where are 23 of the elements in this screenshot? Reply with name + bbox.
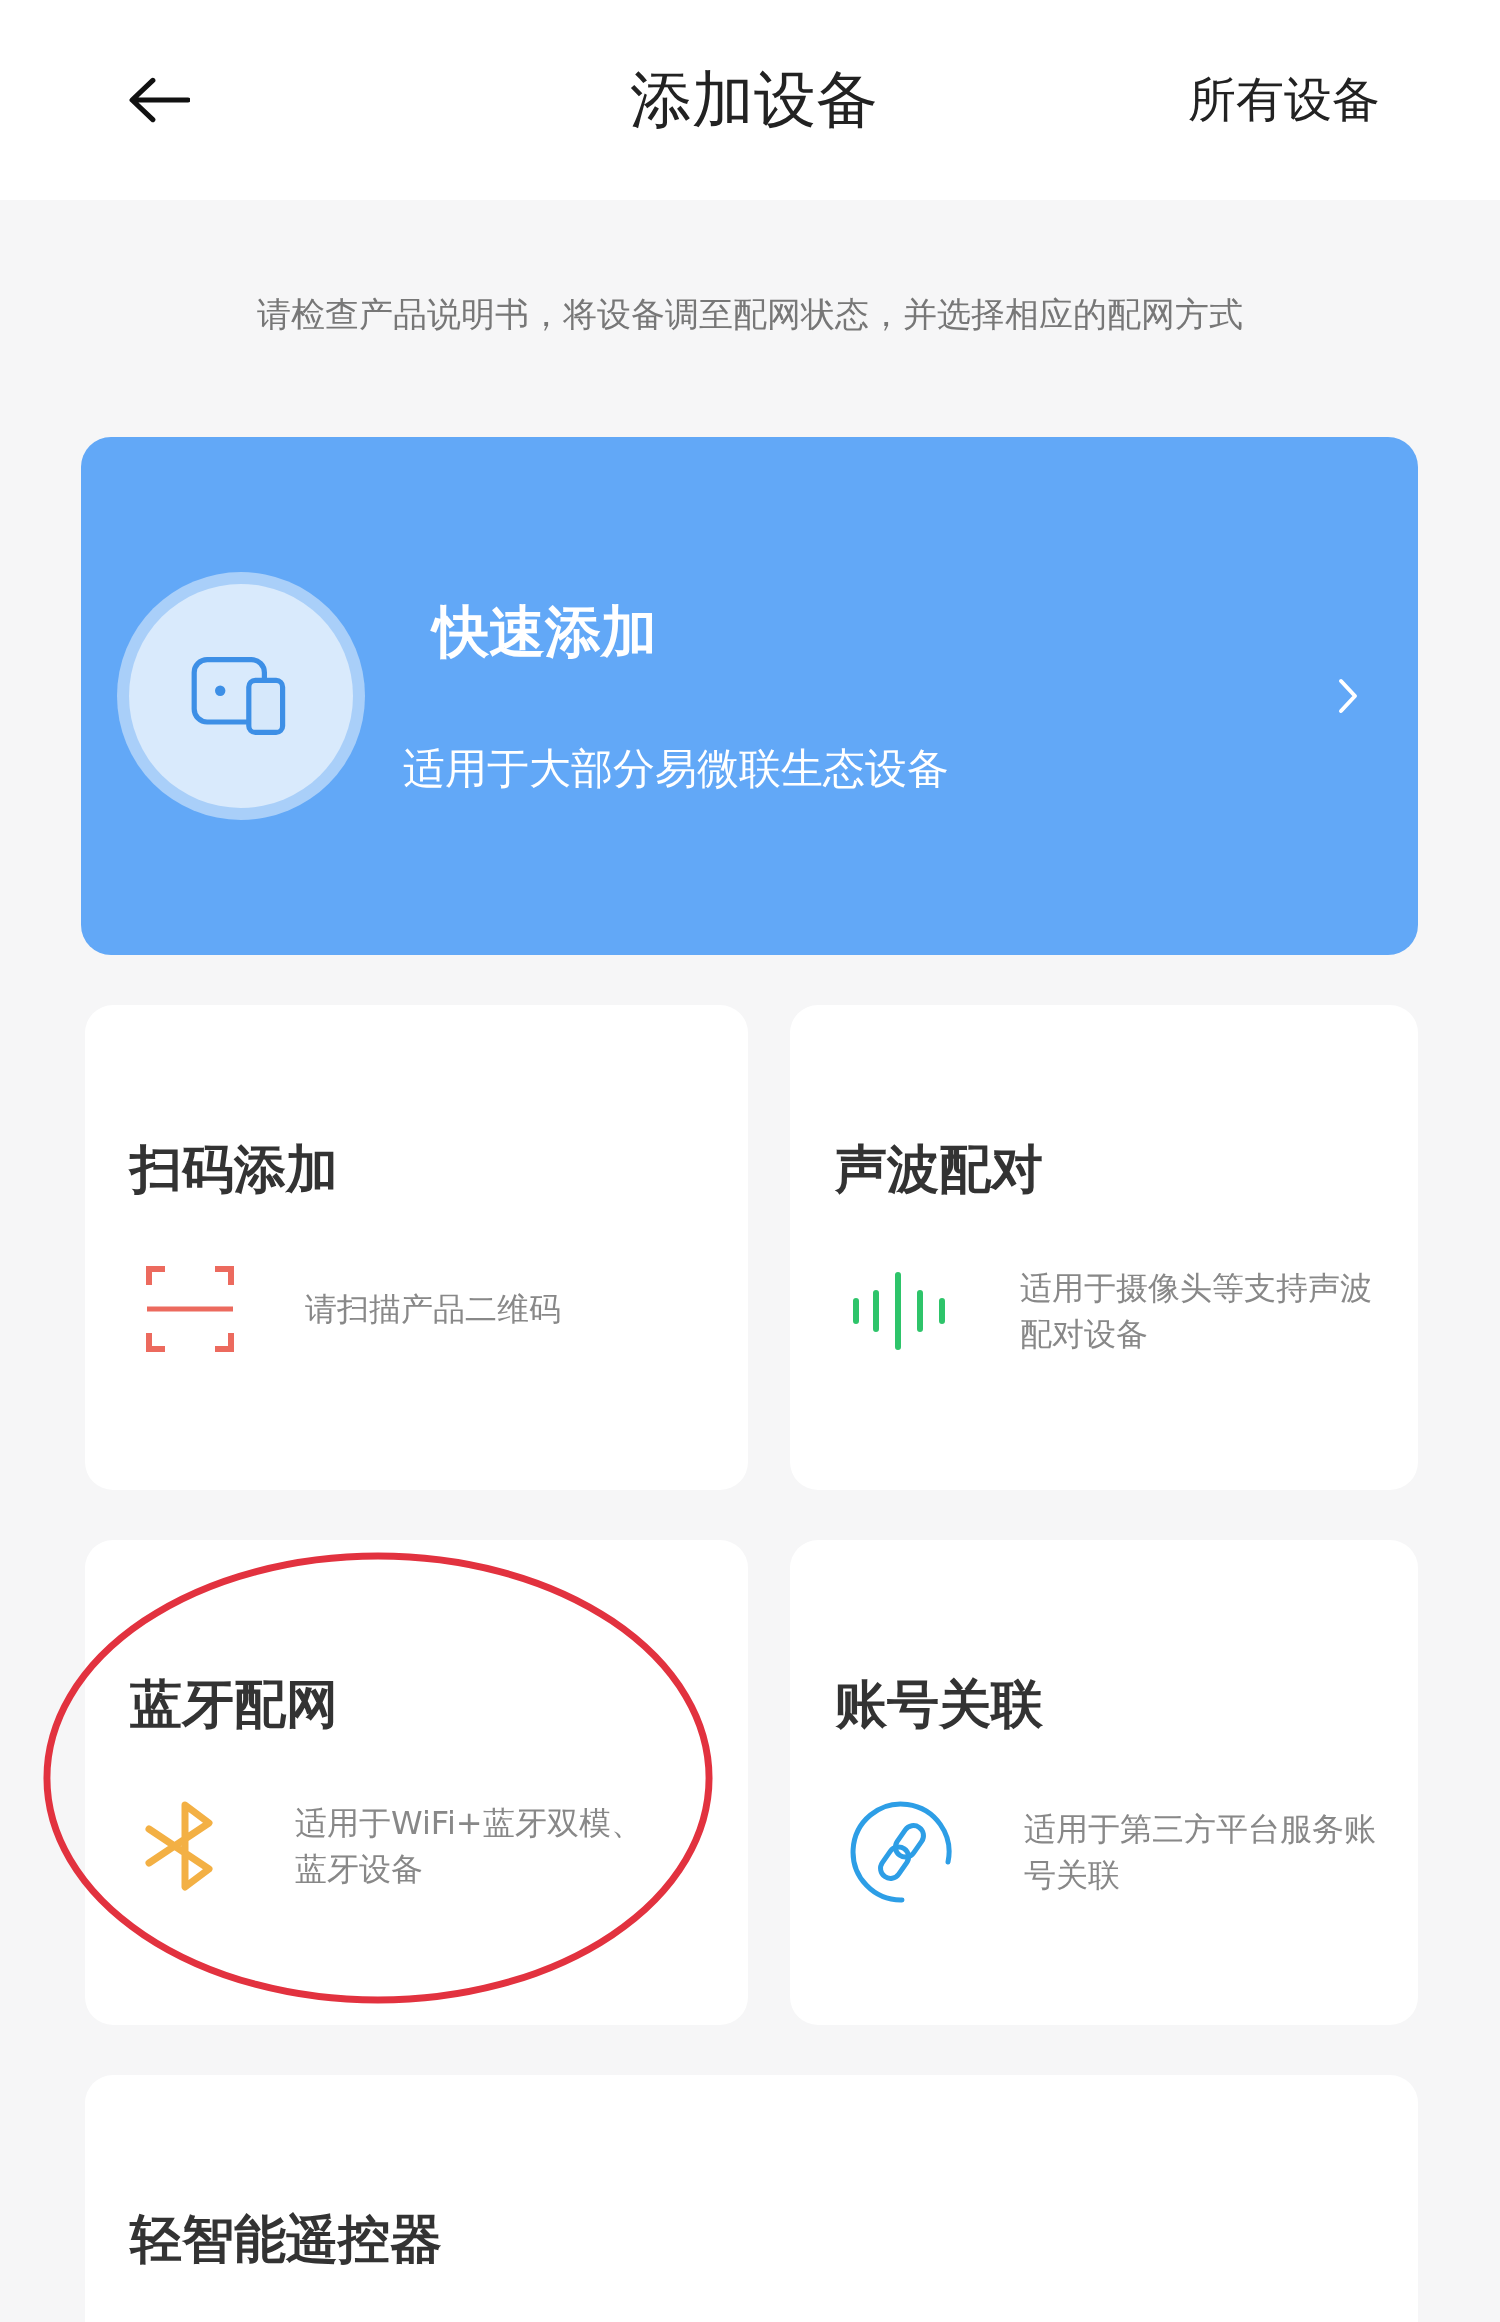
method-title: 蓝牙配网 xyxy=(130,1673,339,1736)
method-description: 适用于第三方平台服务账号关联 xyxy=(1024,1808,1377,1896)
method-title: 账号关联 xyxy=(835,1673,1044,1736)
page-title: 添加设备 xyxy=(630,62,878,138)
back-arrow-icon[interactable] xyxy=(128,77,190,123)
scan-frame-icon xyxy=(145,1265,235,1353)
method-card[interactable]: 蓝牙配网 适用于WiFi+蓝牙双模、蓝牙设备 xyxy=(85,1540,748,2025)
method-description: 适用于WiFi+蓝牙双模、蓝牙设备 xyxy=(295,1803,644,1891)
method-card[interactable]: 轻智能遥控器 xyxy=(85,2075,1418,2322)
link-icon xyxy=(850,1800,954,1904)
instruction-text: 请检查产品说明书，将设备调至配网状态，并选择相应的配网方式 xyxy=(256,293,1244,336)
method-card[interactable]: 扫码添加 请扫描产品二维码 xyxy=(85,1005,748,1490)
method-title: 轻智能遥控器 xyxy=(130,2208,443,2271)
method-description: 请扫描产品二维码 xyxy=(305,1288,561,1330)
method-description: 适用于摄像头等支持声波配对设备 xyxy=(1020,1268,1373,1356)
all-devices-link[interactable]: 所有设备 xyxy=(1188,68,1380,132)
method-title: 声波配对 xyxy=(835,1138,1044,1201)
method-card[interactable]: 声波配对 适用于摄像头等支持声波配对设备 xyxy=(790,1005,1418,1490)
chevron-right-icon xyxy=(1338,678,1358,714)
quick-add-description: 适用于大部分易微联生态设备 xyxy=(403,743,950,795)
method-title: 扫码添加 xyxy=(130,1138,339,1201)
quick-add-title: 快速添加 xyxy=(403,595,1338,671)
method-card[interactable]: 账号关联 适用于第三方平台服务账号关联 xyxy=(790,1540,1418,2025)
